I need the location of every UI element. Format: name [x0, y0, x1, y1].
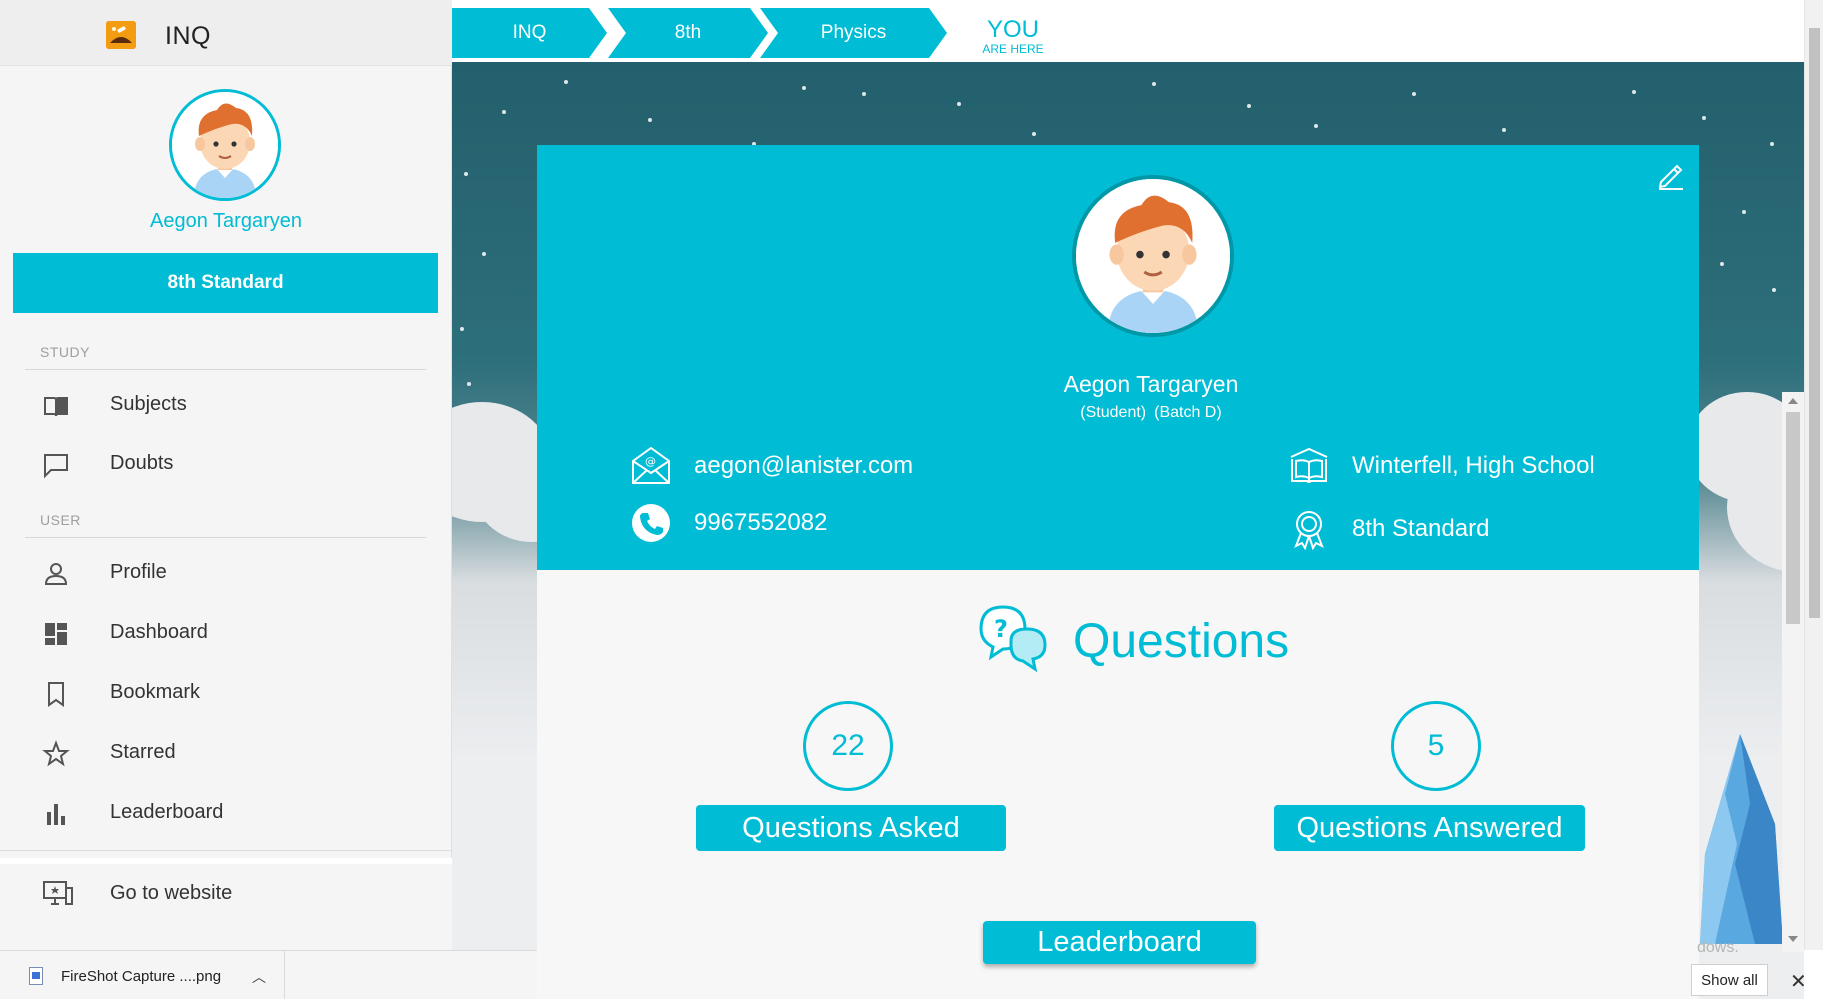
breadcrumb-item-inq[interactable]: INQ [452, 8, 607, 58]
app-header: INQ [0, 0, 452, 66]
sidebar-item-doubts[interactable]: Doubts [0, 436, 452, 492]
page-scrollbar[interactable] [1804, 0, 1823, 950]
questions-asked-button[interactable]: Questions Asked [696, 805, 1006, 851]
inner-scrollbar[interactable] [1782, 392, 1804, 952]
sidebar-item-label: Go to website [110, 882, 233, 904]
scrollbar-thumb[interactable] [1786, 412, 1800, 624]
chat-icon [44, 454, 68, 479]
iceberg-icon [1700, 734, 1783, 944]
sidebar-item-subjects[interactable]: Subjects [0, 377, 452, 433]
watermark-text: dows. [1697, 939, 1739, 956]
divider [25, 369, 426, 370]
sidebar-item-dashboard[interactable]: Dashboard [0, 605, 452, 661]
sidebar-item-starred[interactable]: Starred [0, 725, 452, 781]
breadcrumb-item-8th[interactable]: 8th [608, 8, 768, 58]
download-file-name: FireShot Capture ....png [61, 968, 222, 985]
scrollbar-thumb[interactable] [1809, 28, 1820, 618]
questions-answered-button[interactable]: Questions Answered [1274, 805, 1585, 851]
you-are-here-marker: YOU ARE HERE [973, 16, 1053, 57]
questions-answered-count: 5 [1391, 701, 1481, 791]
sidebar-item-profile[interactable]: Profile [0, 545, 452, 601]
edit-icon[interactable] [1655, 158, 1687, 190]
divider [25, 537, 426, 538]
profile-batch: (Batch D) [1154, 404, 1222, 421]
profile-name: Aegon Targaryen [1063, 371, 1239, 397]
divider [0, 850, 452, 851]
website-icon [43, 881, 73, 905]
profile-role: (Student) [1080, 404, 1147, 421]
profile-phone-row: 9967552082 [630, 502, 827, 544]
sidebar-avatar[interactable] [169, 89, 281, 201]
section-label-study: STUDY [40, 344, 90, 360]
profile-avatar[interactable] [1072, 175, 1234, 337]
section-label-user: USER [40, 512, 81, 528]
questions-title: Questions [1073, 615, 1290, 668]
leaderboard-button[interactable]: Leaderboard [983, 921, 1256, 964]
sidebar-item-label: Starred [110, 741, 176, 763]
profile-role-line: (Student) (Batch D) [537, 404, 1765, 422]
standard-button[interactable]: 8th Standard [13, 253, 438, 313]
sidebar: INQ Aegon Targaryen 8th Standard STUDY S… [0, 0, 452, 950]
chevron-up-icon[interactable]: ︿ [252, 967, 266, 987]
award-badge-icon [1294, 511, 1324, 550]
sidebar-item-label: Doubts [110, 452, 174, 474]
questions-asked-count: 22 [803, 701, 893, 791]
profile-email: aegon@lanister.com [694, 452, 914, 479]
image-file-icon [29, 967, 43, 985]
sidebar-item-label: Profile [110, 561, 167, 583]
close-icon[interactable]: ✕ [1790, 969, 1807, 994]
email-icon: @ [632, 446, 670, 484]
download-item[interactable]: FireShot Capture ....png ︿ [0, 951, 285, 999]
scroll-down-arrow-icon[interactable] [1788, 936, 1798, 942]
show-all-button[interactable]: Show all [1691, 964, 1768, 996]
sidebar-item-go-to-website[interactable]: Go to website [0, 864, 452, 950]
svg-text:@: @ [645, 455, 656, 468]
profile-standard-row: 8th Standard [1288, 508, 1489, 550]
profile-school: Winterfell, High School [1352, 452, 1595, 479]
app-title: INQ [165, 22, 211, 50]
you-label: YOU [986, 16, 1039, 43]
sidebar-item-label: Subjects [110, 393, 187, 415]
sidebar-item-label: Leaderboard [110, 801, 224, 823]
bookmark-icon [48, 682, 64, 707]
breadcrumb: INQ 8th Physics YOU ARE HERE [452, 0, 1804, 62]
dashboard-icon [45, 623, 67, 645]
bar-chart-icon [47, 804, 65, 825]
profile-email-row: @ aegon@lanister.com [630, 445, 913, 487]
profile-standard: 8th Standard [1352, 515, 1490, 542]
sidebar-item-leaderboard[interactable]: Leaderboard [0, 785, 452, 841]
star-icon [42, 740, 70, 767]
sidebar-item-bookmark[interactable]: Bookmark [0, 665, 452, 721]
book-icon [44, 397, 68, 417]
download-bar: FireShot Capture ....png ︿ [0, 950, 537, 999]
svg-text:?: ? [994, 615, 1008, 643]
scroll-up-arrow-icon[interactable] [1788, 398, 1798, 404]
sidebar-item-label: Dashboard [110, 621, 208, 643]
profile-school-row: Winterfell, High School [1288, 445, 1595, 487]
questions-chat-icon: ? [979, 605, 1047, 673]
app-logo-icon[interactable] [106, 21, 136, 49]
profile-phone: 9967552082 [694, 509, 828, 536]
sidebar-item-label: Bookmark [110, 681, 201, 703]
school-book-icon [1290, 447, 1328, 483]
person-icon [44, 563, 68, 585]
phone-icon [632, 504, 670, 542]
breadcrumb-item-physics[interactable]: Physics [760, 8, 947, 58]
sidebar-user-name: Aegon Targaryen [150, 210, 302, 232]
are-here-label: ARE HERE [982, 42, 1044, 56]
